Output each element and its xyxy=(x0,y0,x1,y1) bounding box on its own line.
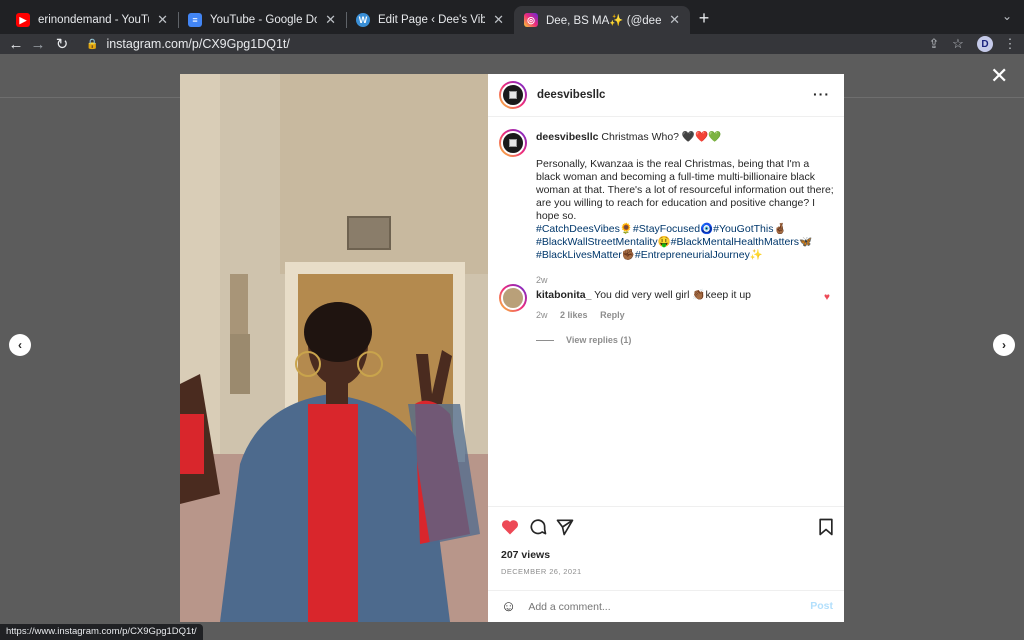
docs-icon: ≡ xyxy=(188,13,202,27)
tab-title: Dee, BS MA✨ (@deesvibesllc) xyxy=(546,15,662,27)
tab-search-icon[interactable]: ⌄ xyxy=(1002,9,1012,23)
commenter-avatar[interactable] xyxy=(499,284,527,312)
tab-title: Edit Page ‹ Dee's Vibes — Wor xyxy=(378,14,486,26)
url-text: instagram.com/p/CX9Gpg1DQ1t/ xyxy=(106,37,290,51)
tab-wordpress[interactable]: W Edit Page ‹ Dee's Vibes — Wor ✕ xyxy=(346,6,514,34)
browser-menu-icon[interactable]: ⋮ xyxy=(1000,34,1020,54)
close-tab-icon[interactable]: ✕ xyxy=(157,12,168,28)
bookmark-star-icon[interactable]: ☆ xyxy=(948,34,968,54)
instagram-icon: ◎ xyxy=(524,13,538,27)
new-tab-button[interactable]: + xyxy=(692,6,716,30)
share-direct-icon[interactable] xyxy=(555,517,575,537)
post-details-panel: deesvibesllc ··· deesvibesllc Christmas … xyxy=(488,74,844,622)
like-heart-icon[interactable] xyxy=(500,517,520,537)
tab-instagram[interactable]: ◎ Dee, BS MA✨ (@deesvibesllc) ✕ xyxy=(514,6,690,34)
view-count[interactable]: 207 views xyxy=(501,549,550,561)
reload-button[interactable]: ↻ xyxy=(52,34,72,54)
caption-timestamp[interactable]: 2w xyxy=(536,274,836,287)
caption-username[interactable]: deesvibesllc xyxy=(536,131,598,143)
post-date[interactable]: DECEMBER 26, 2021 xyxy=(501,567,582,576)
browser-toolbar: ← → ↻ 🔒 instagram.com/p/CX9Gpg1DQ1t/ ⇪ ☆… xyxy=(0,34,1024,54)
wordpress-icon: W xyxy=(356,13,370,27)
add-comment-bar: ☺ Post xyxy=(488,590,844,622)
tab-title: erinondemand - YouTube xyxy=(38,14,149,26)
comment-like-icon[interactable]: ♥ xyxy=(824,292,830,303)
address-bar[interactable]: 🔒 instagram.com/p/CX9Gpg1DQ1t/ xyxy=(80,34,940,54)
close-tab-icon[interactable]: ✕ xyxy=(669,12,680,28)
hashtag-line[interactable]: #BlackLivesMatter✊🏾#EntrepreneurialJourn… xyxy=(536,249,836,262)
comment-timestamp[interactable]: 2w xyxy=(536,310,548,320)
comment-icon[interactable] xyxy=(528,517,548,537)
tab-title: YouTube - Google Docs xyxy=(210,14,317,26)
next-post-button[interactable]: › xyxy=(993,334,1015,356)
reply-button[interactable]: Reply xyxy=(600,310,625,320)
post-video[interactable] xyxy=(180,74,488,622)
view-replies-label: View replies (1) xyxy=(566,335,632,345)
close-tab-icon[interactable]: ✕ xyxy=(493,12,504,28)
lock-icon: 🔒 xyxy=(86,38,99,50)
add-comment-input[interactable] xyxy=(528,600,789,613)
hashtag-line[interactable]: #CatchDeesVibes🌻#StayFocused🧿#YouGotThis… xyxy=(536,223,836,236)
profile-avatar[interactable]: D xyxy=(977,36,993,52)
tab-strip: ▶ erinondemand - YouTube ✕ ≡ YouTube - G… xyxy=(0,0,1024,34)
close-tab-icon[interactable]: ✕ xyxy=(325,12,336,28)
youtube-icon: ▶ xyxy=(16,13,30,27)
caption-title: deesvibesllc Christmas Who? 🖤❤️💚 xyxy=(536,131,836,144)
previous-post-button[interactable]: ‹ xyxy=(9,334,31,356)
caption-title-text: Christmas Who? 🖤❤️💚 xyxy=(601,131,722,143)
save-bookmark-icon[interactable] xyxy=(816,517,836,537)
close-modal-icon[interactable]: ✕ xyxy=(990,65,1008,87)
comment-body: You did very well girl 👏🏾keep it up xyxy=(594,289,752,301)
forward-button[interactable]: → xyxy=(28,34,48,54)
post-header: deesvibesllc ··· xyxy=(488,74,844,117)
comment-meta: 2w 2 likes Reply xyxy=(536,310,635,320)
tab-google-docs[interactable]: ≡ YouTube - Google Docs ✕ xyxy=(178,6,346,34)
comment-text: kitabonita_ You did very well girl 👏🏾kee… xyxy=(536,288,751,301)
share-icon[interactable]: ⇪ xyxy=(924,34,944,54)
video-frame-image xyxy=(180,74,488,622)
caption-avatar[interactable] xyxy=(499,129,527,157)
comments-section[interactable]: deesvibesllc Christmas Who? 🖤❤️💚 Persona… xyxy=(488,117,844,506)
status-bar-url: https://www.instagram.com/p/CX9Gpg1DQ1t/ xyxy=(0,624,203,640)
post-comment-button[interactable]: Post xyxy=(810,600,833,612)
back-button[interactable]: ← xyxy=(6,34,26,54)
view-replies-button[interactable]: View replies (1) xyxy=(536,335,631,345)
tab-youtube[interactable]: ▶ erinondemand - YouTube ✕ xyxy=(6,6,178,34)
commenter-username[interactable]: kitabonita_ xyxy=(536,289,591,301)
post-actions: 207 views DECEMBER 26, 2021 xyxy=(488,506,844,590)
caption-body-text: Personally, Kwanzaa is the real Christma… xyxy=(536,158,834,222)
caption-body: Personally, Kwanzaa is the real Christma… xyxy=(536,158,836,287)
emoji-icon[interactable]: ☺ xyxy=(501,598,516,615)
comment-likes[interactable]: 2 likes xyxy=(560,310,588,320)
author-avatar[interactable] xyxy=(499,81,527,109)
hashtag-line[interactable]: #BlackWallStreetMentality🤑#BlackMentalHe… xyxy=(536,236,836,249)
author-username[interactable]: deesvibesllc xyxy=(537,89,605,101)
more-options-icon[interactable]: ··· xyxy=(813,86,830,102)
